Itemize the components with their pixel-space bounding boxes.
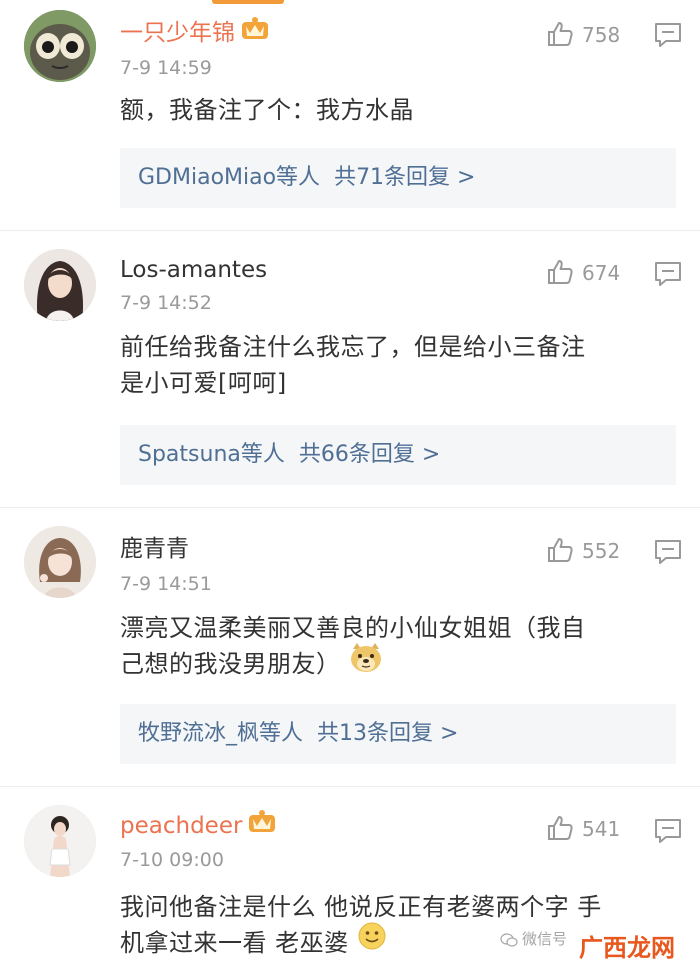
watermark: 微信号: [500, 928, 567, 949]
thumbs-up-icon: [548, 816, 573, 840]
cartoon-avatar-image: [24, 10, 96, 82]
comment-item: 鹿青青 7-9 14:51 漂亮又温柔美丽又善良的小仙女姐姐（我自 己想的我没男…: [0, 508, 700, 786]
comment-text-line: 前任给我备注什么我忘了，但是给小三备注: [120, 333, 586, 361]
comment-reply-icon[interactable]: [654, 22, 682, 48]
username[interactable]: peachdeer: [120, 809, 276, 841]
watermark-brand: 广西龙网: [575, 928, 679, 963]
comment-text-line: 我问他备注是什么 他说反正有老婆两个字 手: [120, 893, 602, 921]
comment-text: 前任给我备注什么我忘了，但是给小三备注 是小可爱[呵呵]: [120, 329, 665, 401]
replies-count: 共66条回复 >: [298, 442, 441, 467]
replies-users: GDMiaoMiao等人: [138, 165, 321, 190]
comment-time: 7-10 09:00: [120, 849, 224, 871]
vip-crown-icon: [248, 809, 276, 841]
comment-item: 一只少年锦 7-9 14:59 额，我备注了个：我方水晶 GDMiaoMiao等…: [0, 0, 700, 230]
avatar[interactable]: [24, 805, 96, 877]
like-button[interactable]: 758: [546, 20, 620, 50]
smile-emoji-icon: [357, 921, 387, 961]
vip-crown-icon: [241, 16, 269, 48]
like-count: 541: [582, 817, 621, 841]
username[interactable]: 一只少年锦: [120, 16, 269, 48]
replies-link[interactable]: Spatsuna等人 共66条回复 >: [120, 425, 676, 485]
comment-time: 7-9 14:52: [120, 292, 212, 314]
comment-time: 7-9 14:59: [120, 57, 212, 79]
like-button[interactable]: 541: [546, 814, 620, 844]
comment-text-line: 漂亮又温柔美丽又善良的小仙女姐姐（我自: [120, 614, 586, 642]
like-count: 758: [582, 23, 621, 47]
doge-emoji-icon: [349, 641, 383, 683]
avatar[interactable]: [24, 249, 96, 321]
thumbs-up-icon: [548, 22, 573, 46]
comment-text-line: 是小可爱[呵呵]: [120, 369, 287, 397]
avatar[interactable]: [24, 10, 96, 82]
wechat-icon: [500, 932, 518, 947]
username[interactable]: Los-amantes: [120, 255, 267, 285]
like-count: 552: [582, 539, 621, 563]
profile-photo: [24, 249, 96, 321]
like-count: 674: [582, 261, 621, 285]
comment-reply-icon[interactable]: [654, 539, 682, 565]
comment-feed: 一只少年锦 7-9 14:59 额，我备注了个：我方水晶 GDMiaoMiao等…: [0, 0, 700, 976]
replies-count: 共71条回复 >: [334, 165, 476, 190]
comment-reply-icon[interactable]: [654, 261, 682, 287]
username[interactable]: 鹿青青: [120, 534, 189, 564]
comment-text: 漂亮又温柔美丽又善良的小仙女姐姐（我自 己想的我没男朋友）: [120, 610, 665, 683]
comment-text-line: 己想的我没男朋友）: [120, 643, 665, 683]
avatar[interactable]: [24, 526, 96, 598]
comment-text: 额，我备注了个：我方水晶: [120, 96, 414, 124]
like-button[interactable]: 674: [546, 258, 620, 288]
replies-users: Spatsuna等人: [138, 442, 285, 467]
replies-link[interactable]: 牧野流冰_枫等人 共13条回复 >: [120, 704, 676, 764]
profile-photo: [24, 526, 96, 598]
comment-reply-icon[interactable]: [654, 818, 682, 844]
like-button[interactable]: 552: [546, 536, 620, 566]
replies-count: 共13条回复 >: [317, 721, 459, 746]
comment-time: 7-9 14:51: [120, 573, 212, 595]
comment-item: Los-amantes 7-9 14:52 前任给我备注什么我忘了，但是给小三备…: [0, 231, 700, 507]
replies-users: 牧野流冰_枫等人: [138, 721, 304, 746]
replies-link[interactable]: GDMiaoMiao等人 共71条回复 >: [120, 148, 676, 208]
thumbs-up-icon: [548, 260, 573, 284]
thumbs-up-icon: [548, 538, 573, 562]
profile-photo: [24, 805, 96, 877]
